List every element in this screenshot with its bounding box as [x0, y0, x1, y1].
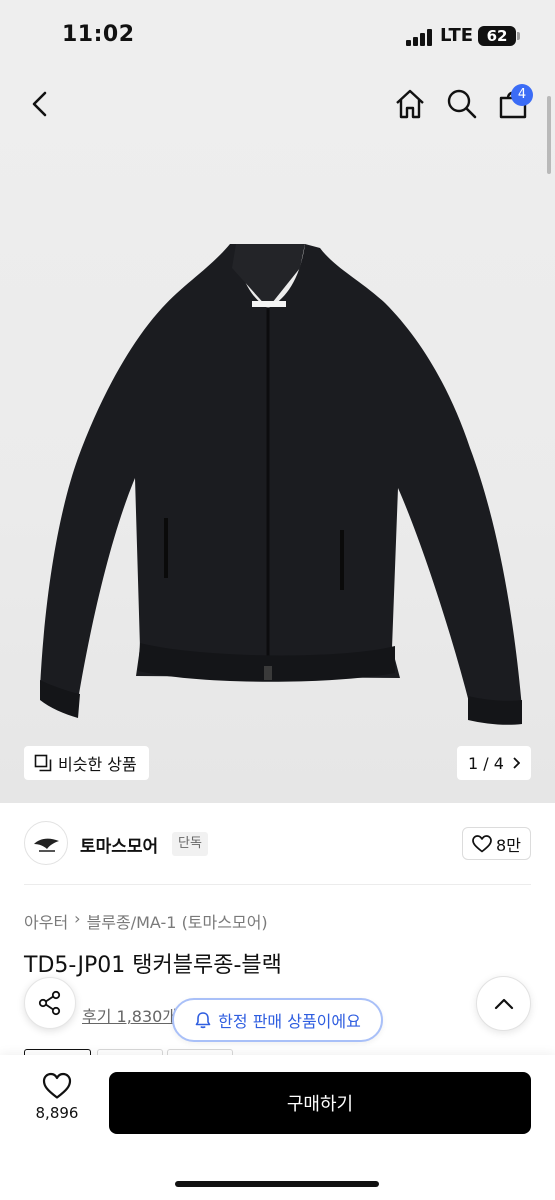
brand-name[interactable]: 토마스모어 — [80, 832, 158, 857]
brand-like-count: 8만 — [496, 835, 521, 855]
image-page-indicator[interactable]: 1 / 4 — [457, 746, 531, 780]
breadcrumb-item[interactable]: 블루종/MA-1 (토마스모어) — [87, 909, 268, 933]
cart-count-badge: 4 — [511, 84, 533, 106]
page-indicator-text: 1 / 4 — [468, 753, 504, 773]
battery-icon: 62 — [478, 26, 516, 46]
chevron-up-icon — [494, 998, 513, 1009]
share-icon — [38, 990, 61, 1016]
chevron-right-icon — [513, 757, 520, 769]
back-icon — [32, 91, 47, 117]
limited-sale-notice[interactable]: 한정 판매 상품이에요 — [172, 998, 383, 1042]
heart-icon — [42, 1072, 72, 1099]
heart-icon — [472, 834, 492, 852]
signal-icon — [406, 29, 434, 46]
network-label: LTE — [440, 25, 474, 46]
wishlist-count: 8,896 — [35, 1104, 79, 1122]
similar-label: 비슷한 상품 — [58, 755, 137, 774]
scrollbar[interactable] — [547, 96, 551, 174]
chevron-right-icon: › — [74, 909, 81, 928]
battery-cap — [517, 32, 520, 40]
search-button[interactable] — [446, 88, 478, 124]
status-time: 11:02 — [62, 22, 135, 47]
back-button[interactable] — [28, 90, 52, 122]
buy-button[interactable]: 구매하기 — [109, 1072, 531, 1134]
search-icon — [447, 89, 477, 119]
brand-logo-image — [34, 838, 59, 852]
divider — [24, 884, 531, 885]
product-image — [40, 244, 522, 725]
brand-like-button[interactable]: 8만 — [462, 827, 531, 860]
limited-notice-text: 한정 판매 상품이에요 — [218, 1012, 361, 1031]
bell-icon — [195, 1012, 211, 1029]
home-button[interactable] — [394, 88, 426, 124]
breadcrumb-item[interactable]: 아우터 — [24, 909, 68, 933]
home-indicator[interactable] — [175, 1181, 379, 1187]
wishlist-button[interactable]: 8,896 — [24, 1072, 90, 1134]
scroll-top-button[interactable] — [476, 976, 531, 1031]
product-title: TD5-JP01 탱커블루종-블랙 — [24, 953, 282, 978]
similar-products-button[interactable]: 비슷한 상품 — [24, 746, 149, 780]
status-bar: 11:02 LTE 62 — [0, 0, 555, 68]
brand-logo[interactable] — [24, 821, 68, 865]
home-icon — [396, 89, 424, 119]
share-button[interactable] — [24, 977, 76, 1029]
breadcrumb: 아우터 › 블루종/MA-1 (토마스모어) — [24, 909, 268, 933]
exclusive-badge: 단독 — [172, 832, 208, 856]
product-detail-page: 11:02 LTE 62 4 비슷한 상품 1 / 4 토마스모어 단독 8만 … — [0, 0, 555, 1200]
product-image-gallery[interactable] — [0, 68, 555, 803]
review-link[interactable]: 후기 1,830개 — [82, 1003, 177, 1027]
similar-icon — [34, 754, 52, 772]
